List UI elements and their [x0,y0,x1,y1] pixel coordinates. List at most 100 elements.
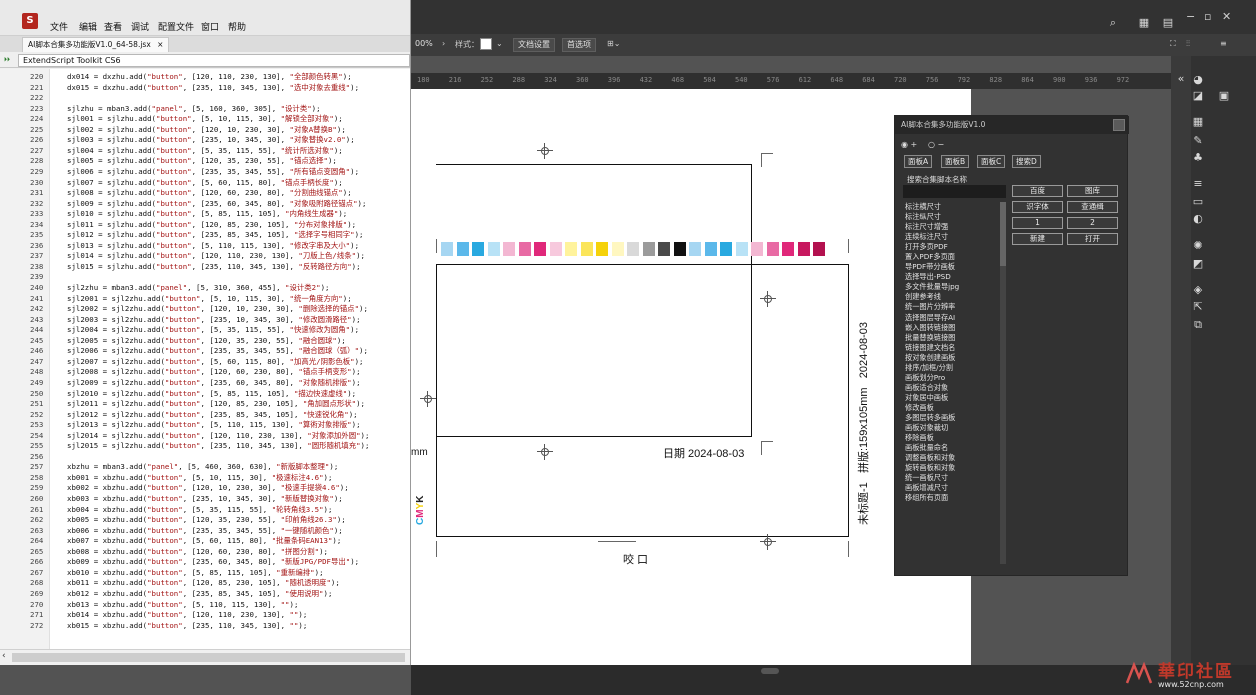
script-list-item[interactable]: 创建参考线 [905,292,1009,302]
scroll-left-icon[interactable]: ‹ [2,651,6,661]
menu-item-5[interactable]: 窗口 [201,20,219,33]
script-list-item[interactable]: 嵌入图转链接图 [905,323,1009,333]
script-list-item[interactable]: 选择导出-PSD [905,272,1009,282]
code-line[interactable]: 250 sjl2010 = sjl2zhu.add("button", [5, 8… [0,389,410,400]
code-line[interactable]: 258 xb001 = xbzhu.add("button", [5, 10, 1… [0,473,410,484]
panel-close-button[interactable] [1113,119,1125,131]
script-list-item[interactable]: 多文件批量导jpg [905,282,1009,292]
code-line[interactable]: 270 xb013 = xbzhu.add("button", [5, 110, … [0,600,410,611]
style-swatch[interactable] [480,38,492,50]
code-line[interactable]: 245 sjl2005 = sjl2zhu.add("button", [120,… [0,336,410,347]
code-line[interactable]: 256 [0,452,410,463]
code-line[interactable]: 221 dx015 = dxzhu.add("button", [235, 110… [0,83,410,94]
code-line[interactable]: 265 xb008 = xbzhu.add("button", [120, 60,… [0,547,410,558]
document-tab[interactable]: AI脚本合集多功能版V1.0_64-58.jsx × [22,37,170,52]
stroke-icon[interactable]: ≡ [1192,178,1204,190]
script-list-item[interactable]: 移组所有页面 [905,493,1009,503]
arrange-documents-icon[interactable]: ⊞⌄ [607,39,620,48]
code-line[interactable]: 248 sjl2008 = sjl2zhu.add("button", [120,… [0,367,410,378]
menu-item-3[interactable]: 调试 [131,20,149,33]
script-list-item[interactable]: 调整画板和对象 [905,453,1009,463]
appearance-icon[interactable]: ✺ [1192,240,1204,252]
code-line[interactable]: 227 sjl004 = sjlzhu.add("button", [5, 35,… [0,146,410,157]
code-line[interactable]: 241 sjl2001 = sjl2zhu.add("button", [5, 1… [0,294,410,305]
menu-item-0[interactable]: 文件 [50,20,68,33]
code-line[interactable]: 234 sjl011 = sjlzhu.add("button", [120, 8… [0,220,410,231]
script-list[interactable]: 标注横尺寸 标注纵尺寸 标注尺寸增强 连续标注尺寸 打开多页PDF 置入PDF多页面 导PD… [905,202,1009,564]
code-line[interactable]: 224 sjl001 = sjlzhu.add("button", [5, 10,… [0,114,410,125]
tab-panel-b[interactable]: 面板B [941,155,970,168]
horizontal-scrollbar[interactable]: ‹ [0,649,410,665]
script-list-item[interactable]: 画板划分Pro [905,373,1009,383]
script-list-item[interactable]: 按对象创建画板 [905,353,1009,363]
code-line[interactable]: 244 sjl2004 = sjl2zhu.add("button", [5, 3… [0,325,410,336]
open-button[interactable]: 打开 [1067,233,1118,245]
tab-panel-a[interactable]: 面板A [904,155,933,168]
script-list-item[interactable]: 画板对象裁切 [905,423,1009,433]
zoom-field[interactable]: 00% [411,38,437,52]
chevron-down-icon[interactable]: ⌄ [496,39,503,48]
libraries-icon[interactable]: ▣ [1218,90,1230,102]
code-line[interactable]: 242 sjl2002 = sjl2zhu.add("button", [120,… [0,304,410,315]
scroll-thumb[interactable] [12,653,405,662]
code-line[interactable]: 228 sjl005 = sjlzhu.add("button", [120, 3… [0,156,410,167]
code-line[interactable]: 254 sjl2014 = sjl2zhu.add("button", [120,… [0,431,410,442]
workspace-icon[interactable]: ▦ [1138,17,1150,29]
code-line[interactable]: 249 sjl2009 = sjl2zhu.add("button", [235,… [0,378,410,389]
collapse-arrows-icon[interactable]: « [1175,73,1187,85]
script-list-item[interactable]: 链接图建文档名 [905,343,1009,353]
script-list-item[interactable]: 画板增减尺寸 [905,483,1009,493]
script-list-item[interactable]: 对象居中画板 [905,393,1009,403]
artboards-icon[interactable]: ⧉ [1192,319,1204,331]
close-tab-icon[interactable]: × [157,40,163,49]
code-line[interactable]: 239 [0,272,410,283]
lookup-button[interactable]: 查通缉 [1067,201,1118,213]
code-line[interactable]: 268 xb011 = xbzhu.add("button", [120, 85,… [0,578,410,589]
radio-collapse[interactable]: ○ − [928,140,944,149]
align-icon[interactable]: ⫶⫶ [1186,39,1190,49]
code-line[interactable]: 263 xb006 = xbzhu.add("button", [235, 35,… [0,526,410,537]
transform-icon[interactable]: ⛶ [1170,39,1176,49]
script-list-item[interactable]: 批量替换链接图 [905,333,1009,343]
script-list-item[interactable]: 画板批量命名 [905,443,1009,453]
code-line[interactable]: 272 xb015 = xbzhu.add("button", [235, 110… [0,621,410,632]
code-line[interactable]: 266 xb009 = xbzhu.add("button", [235, 60,… [0,557,410,568]
code-line[interactable]: 243 sjl2003 = sjl2zhu.add("button", [235,… [0,315,410,326]
preferences-button[interactable]: 首选项 [562,38,596,52]
code-line[interactable]: 222 [0,93,410,104]
tab-search-d[interactable]: 搜索D [1012,155,1041,168]
script-list-item[interactable]: 置入PDF多页面 [905,252,1009,262]
script-list-item[interactable]: 多图层转多画板 [905,413,1009,423]
code-line[interactable]: 220 dx014 = dxzhu.add("button", [120, 110… [0,72,410,83]
properties-icon[interactable]: ◪ [1192,90,1204,102]
target-app-select[interactable]: ExtendScript Toolkit CS6 [18,54,410,67]
script-list-item[interactable]: 标注横尺寸 [905,202,1009,212]
code-line[interactable]: 252 sjl2012 = sjl2zhu.add("button", [235,… [0,410,410,421]
script-list-item[interactable]: 排序/加框/分割 [905,363,1009,373]
minimize-button[interactable]: − [1186,10,1195,23]
graphic-styles-icon[interactable]: ◩ [1192,258,1204,270]
script-list-item[interactable]: 画板适合对象 [905,383,1009,393]
code-line[interactable]: 232 sjl009 = sjlzhu.add("button", [235, 6… [0,199,410,210]
script-list-item[interactable]: 导PDF带分画板 [905,262,1009,272]
code-line[interactable]: 264 xb007 = xbzhu.add("button", [5, 60, 1… [0,536,410,547]
code-line[interactable]: 238 sjl015 = sjlzhu.add("button", [235, 1… [0,262,410,273]
restore-button[interactable]: ▫ [1204,10,1211,23]
transparency-icon[interactable]: ◐ [1192,213,1204,225]
color-guide-icon[interactable]: ◕ [1192,74,1204,86]
symbols-icon[interactable]: ♣ [1192,152,1204,164]
code-line[interactable]: 246 sjl2006 = sjl2zhu.add("button", [235,… [0,346,410,357]
script-list-item[interactable]: 标注尺寸增强 [905,222,1009,232]
code-line[interactable]: 235 sjl012 = sjlzhu.add("button", [235, 8… [0,230,410,241]
chevron-right-icon[interactable]: › [442,39,445,48]
document-setup-button[interactable]: 文档设置 [513,38,555,52]
code-line[interactable]: 226 sjl003 = sjlzhu.add("button", [235, 1… [0,135,410,146]
code-line[interactable]: 267 xb010 = xbzhu.add("button", [5, 85, 1… [0,568,410,579]
script-list-item[interactable]: 选择图层导存AI [905,313,1009,323]
export-icon[interactable]: ⇱ [1192,301,1204,313]
baidu-button[interactable]: 百度 [1012,185,1063,197]
tab-panel-c[interactable]: 面板C [977,155,1006,168]
arrange-icon[interactable]: ▤ [1162,17,1174,29]
code-line[interactable]: 259 xb002 = xbzhu.add("button", [120, 10,… [0,483,410,494]
code-line[interactable]: 237 sjl014 = sjlzhu.add("button", [120, 1… [0,251,410,262]
